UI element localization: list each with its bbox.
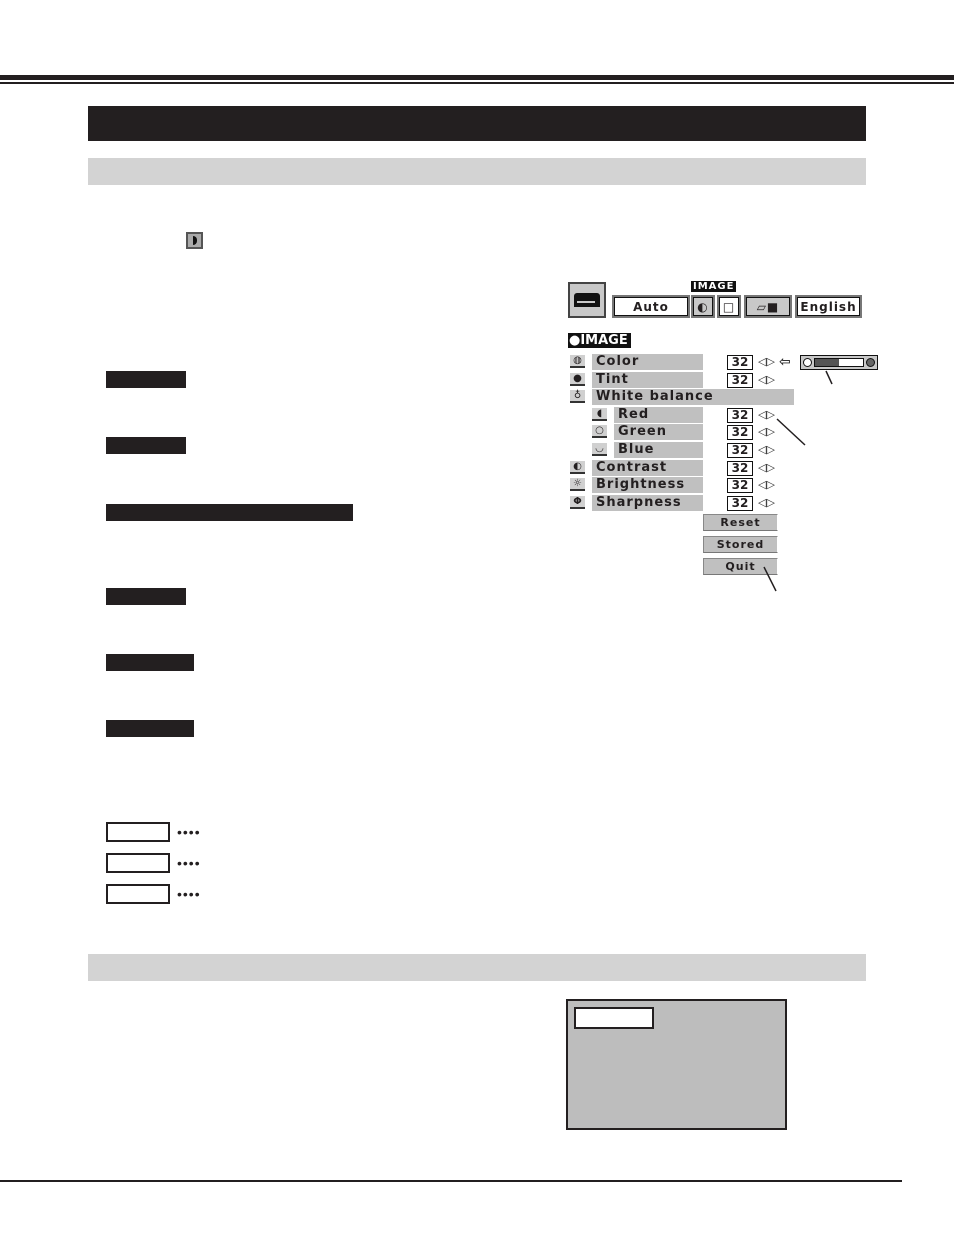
callout-lines	[763, 370, 833, 592]
footer-rule	[0, 1180, 902, 1182]
callout-line-slider	[825, 370, 833, 385]
callout-line-quit	[763, 566, 777, 592]
screen-label	[574, 1007, 654, 1029]
callout-line-arrows	[776, 418, 806, 446]
